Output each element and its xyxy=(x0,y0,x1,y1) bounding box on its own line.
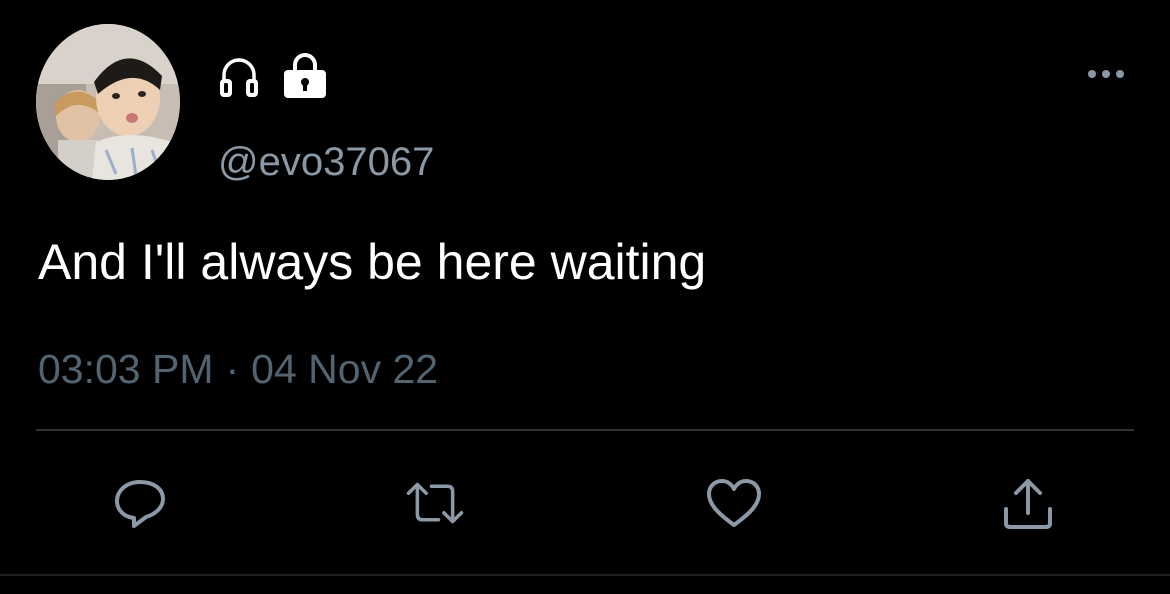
like-button[interactable] xyxy=(704,474,764,532)
lock-icon xyxy=(282,52,328,100)
bottom-divider xyxy=(0,574,1170,576)
like-icon xyxy=(707,479,761,527)
tweet-text: And I'll always be here waiting xyxy=(38,234,707,290)
tweet-card: @evo37067 And I'll always be here waitin… xyxy=(0,0,1170,594)
retweet-button[interactable] xyxy=(405,474,465,532)
share-button[interactable] xyxy=(998,474,1058,532)
retweet-icon xyxy=(406,482,464,524)
more-options-icon[interactable] xyxy=(1086,64,1126,84)
tweet-time: 03:03 PM xyxy=(38,346,214,392)
reply-icon xyxy=(115,480,165,528)
avatar[interactable] xyxy=(36,24,180,180)
timestamp-separator: · xyxy=(225,346,240,392)
action-bar xyxy=(0,474,1170,532)
name-icons xyxy=(218,48,328,104)
author-handle[interactable]: @evo37067 xyxy=(218,138,434,186)
timestamp: 03:03 PM · 04 Nov 22 xyxy=(38,344,438,394)
avatar-photo xyxy=(36,24,180,180)
share-icon xyxy=(1004,479,1052,529)
reply-button[interactable] xyxy=(110,474,170,532)
headphones-icon xyxy=(218,53,260,99)
divider xyxy=(36,429,1134,431)
tweet-date: 04 Nov 22 xyxy=(251,346,439,392)
